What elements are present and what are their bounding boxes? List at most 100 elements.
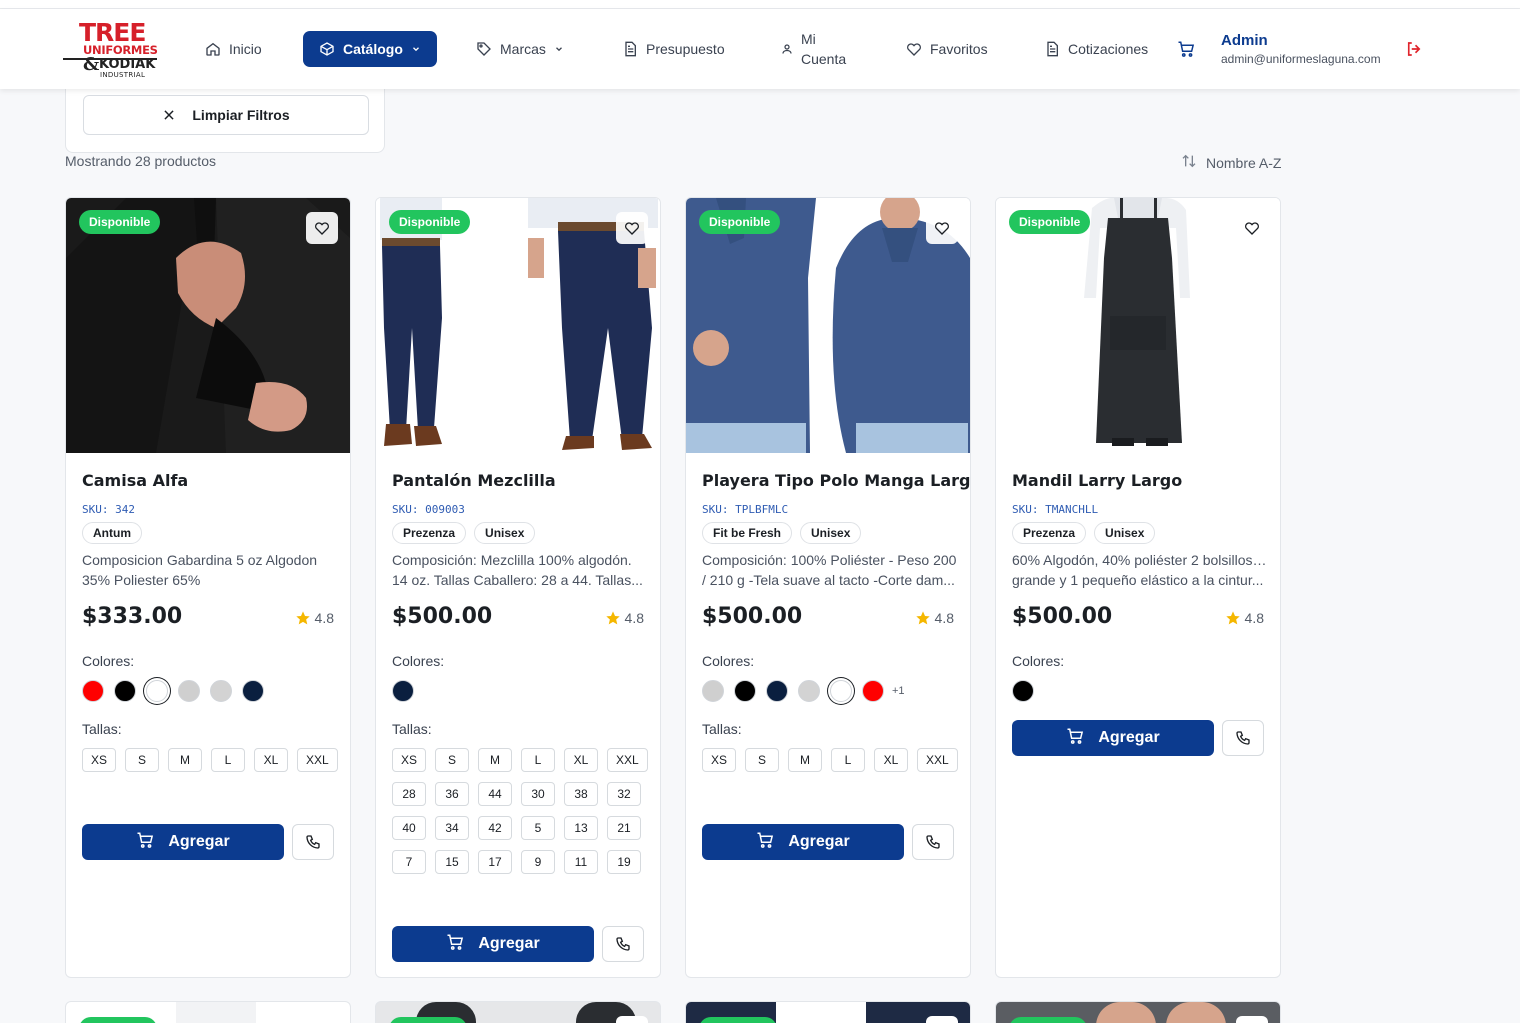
size-option[interactable]: 40 <box>392 816 426 840</box>
clear-filters-button[interactable]: Limpiar Filtros <box>83 95 369 135</box>
size-option[interactable]: 13 <box>564 816 598 840</box>
nav-cotizaciones[interactable]: Cotizaciones <box>1044 9 1148 89</box>
nav-favoritos[interactable]: Favoritos <box>906 9 988 89</box>
color-swatch[interactable] <box>862 680 884 702</box>
sort-dropdown[interactable]: Nombre A-Z <box>1181 153 1281 172</box>
favorite-button[interactable] <box>1236 1016 1268 1023</box>
add-to-cart-button[interactable]: Agregar <box>1012 720 1214 756</box>
size-option[interactable]: 11 <box>564 850 598 874</box>
color-swatch[interactable] <box>798 680 820 702</box>
size-option[interactable]: 21 <box>607 816 641 840</box>
description-line: Composicion Gabardina 5 oz Algodon <box>82 552 318 568</box>
call-button[interactable] <box>912 824 954 860</box>
nav-inicio[interactable]: Inicio <box>205 9 262 89</box>
size-option[interactable]: L <box>521 748 556 772</box>
more-colors-count: +1 <box>892 685 905 697</box>
size-option[interactable]: 34 <box>435 816 469 840</box>
favorite-button[interactable] <box>926 212 958 244</box>
size-option[interactable]: S <box>745 748 780 772</box>
size-option[interactable]: 28 <box>392 782 426 806</box>
size-option[interactable]: XXL <box>297 748 338 772</box>
product-card-partial[interactable] <box>375 1001 661 1023</box>
color-swatch[interactable] <box>114 680 136 702</box>
nav-marcas[interactable]: Marcas <box>476 9 564 89</box>
user-info[interactable]: Admin admin@uniformeslaguna.com <box>1221 32 1381 66</box>
availability-badge: Disponible <box>1009 210 1091 234</box>
size-option[interactable]: 7 <box>392 850 426 874</box>
product-card-partial[interactable] <box>685 1001 971 1023</box>
color-swatch[interactable] <box>82 680 104 702</box>
product-title[interactable]: Camisa Alfa <box>82 471 188 490</box>
brand-logo[interactable]: TREE UNIFORMES & KODIAK INDUSTRIAL <box>63 18 163 79</box>
color-swatch[interactable] <box>1012 680 1034 702</box>
color-swatch[interactable] <box>702 680 724 702</box>
size-option[interactable]: 44 <box>478 782 512 806</box>
description-line: grande y 1 pequeño elástico a la cintur.… <box>1012 572 1264 588</box>
favorite-button[interactable] <box>926 1016 958 1023</box>
size-option[interactable]: XS <box>82 748 117 772</box>
size-option[interactable]: 19 <box>607 850 641 874</box>
description-line: Composición: Mezclilla 100% algodón. <box>392 552 632 568</box>
size-option[interactable]: 5 <box>521 816 555 840</box>
size-option[interactable]: S <box>435 748 470 772</box>
call-button[interactable] <box>602 926 644 962</box>
product-card[interactable]: Disponible Mandil Larry Largo SKU: TMANC… <box>995 197 1281 978</box>
nav-catalogo[interactable]: Catálogo <box>303 31 437 67</box>
size-option[interactable]: XL <box>874 748 909 772</box>
color-swatch[interactable] <box>146 680 168 702</box>
color-swatch[interactable] <box>734 680 756 702</box>
size-option[interactable]: 38 <box>564 782 598 806</box>
size-option[interactable]: XS <box>392 748 427 772</box>
product-card[interactable]: Disponible Pantalón Mezclilla SKU: 00900… <box>375 197 661 978</box>
product-card-partial[interactable] <box>65 1001 351 1023</box>
color-swatch[interactable] <box>392 680 414 702</box>
add-to-cart-button[interactable]: Agregar <box>82 824 284 860</box>
color-swatch[interactable] <box>242 680 264 702</box>
logout-button[interactable] <box>1405 40 1423 58</box>
product-title[interactable]: Playera Tipo Polo Manga Larga <box>702 471 970 490</box>
size-option[interactable]: XS <box>702 748 737 772</box>
color-swatch[interactable] <box>766 680 788 702</box>
call-button[interactable] <box>1222 720 1264 756</box>
size-option[interactable]: S <box>125 748 160 772</box>
size-option[interactable]: 9 <box>521 850 555 874</box>
favorite-button[interactable] <box>306 212 338 244</box>
nav-presupuesto[interactable]: Presupuesto <box>622 9 725 89</box>
size-option[interactable]: XXL <box>607 748 648 772</box>
product-card[interactable]: Disponible Playera Tipo Polo Manga Larga… <box>685 197 971 978</box>
color-swatch[interactable] <box>178 680 200 702</box>
cart-button[interactable] <box>1177 9 1195 89</box>
size-option[interactable]: XXL <box>917 748 958 772</box>
color-swatches <box>1012 680 1034 702</box>
nav-mi-cuenta[interactable]: Mi Cuenta <box>781 9 846 89</box>
call-button[interactable] <box>292 824 334 860</box>
favorite-button[interactable] <box>616 1016 648 1023</box>
size-option[interactable]: 17 <box>478 850 512 874</box>
size-option[interactable]: 42 <box>478 816 512 840</box>
size-option[interactable]: 36 <box>435 782 469 806</box>
nav-mi-cuenta-label: Mi Cuenta <box>801 29 846 69</box>
size-option[interactable]: 15 <box>435 850 469 874</box>
size-option[interactable]: 30 <box>521 782 555 806</box>
add-to-cart-button[interactable]: Agregar <box>392 926 594 962</box>
size-option[interactable]: M <box>168 748 203 772</box>
size-option[interactable]: M <box>788 748 823 772</box>
heart-icon <box>624 220 640 236</box>
favorite-button[interactable] <box>616 212 648 244</box>
size-option[interactable]: XL <box>564 748 599 772</box>
product-title[interactable]: Pantalón Mezclilla <box>392 471 556 490</box>
size-option[interactable]: XL <box>254 748 289 772</box>
size-option[interactable]: L <box>831 748 866 772</box>
favorite-button[interactable] <box>1236 212 1268 244</box>
add-to-cart-button[interactable]: Agregar <box>702 824 904 860</box>
color-swatch[interactable] <box>210 680 232 702</box>
product-card[interactable]: Disponible Camisa Alfa SKU: 342 Antum Co… <box>65 197 351 978</box>
size-option[interactable]: M <box>478 748 513 772</box>
size-option[interactable]: 32 <box>607 782 641 806</box>
nav-favoritos-label: Favoritos <box>930 41 988 57</box>
rating-value: 4.8 <box>1244 610 1264 626</box>
size-option[interactable]: L <box>211 748 246 772</box>
color-swatch[interactable] <box>830 680 852 702</box>
product-card-partial[interactable] <box>995 1001 1281 1023</box>
product-title[interactable]: Mandil Larry Largo <box>1012 471 1182 490</box>
